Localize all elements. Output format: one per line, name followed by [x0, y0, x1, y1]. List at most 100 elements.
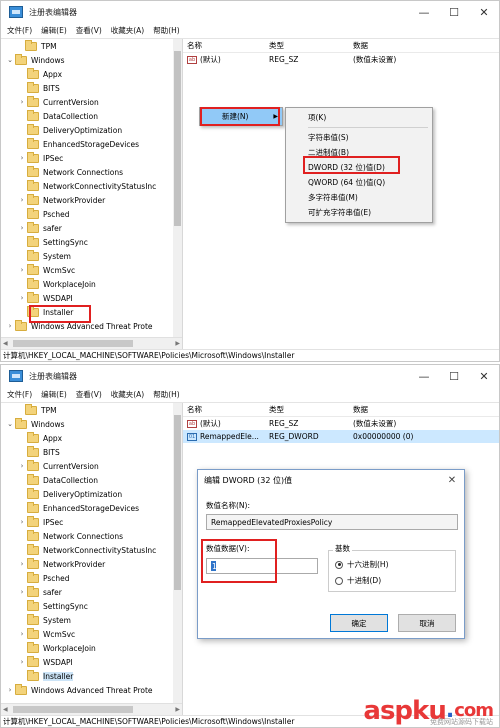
- menu-item-expandable-string[interactable]: 可扩充字符串值(E): [286, 205, 432, 220]
- chevron-right-icon[interactable]: ›: [17, 630, 27, 638]
- tree-item[interactable]: BITS: [1, 445, 182, 459]
- chevron-right-icon[interactable]: ›: [17, 518, 27, 526]
- chevron-right-icon[interactable]: ›: [17, 588, 27, 596]
- menu-favorites[interactable]: 收藏夹(A): [111, 25, 144, 36]
- menu-view[interactable]: 查看(V): [76, 25, 102, 36]
- menu-item-string[interactable]: 字符串值(S): [286, 130, 432, 145]
- tree-item[interactable]: › NetworkProvider: [1, 193, 182, 207]
- radio-hex[interactable]: 十六进制(H): [335, 559, 389, 570]
- tree-item[interactable]: DataCollection: [1, 109, 182, 123]
- column-type[interactable]: 类型: [269, 404, 353, 415]
- minimize-icon[interactable]: —: [409, 365, 439, 387]
- tree-item[interactable]: NetworkConnectivityStatusInc: [1, 179, 182, 193]
- tree-item[interactable]: › CurrentVersion: [1, 459, 182, 473]
- menu-help[interactable]: 帮助(H): [153, 389, 180, 400]
- tree-item[interactable]: Network Connections: [1, 165, 182, 179]
- scroll-left-icon[interactable]: ◀: [3, 706, 8, 713]
- scroll-left-icon[interactable]: ◀: [3, 340, 8, 347]
- menu-edit[interactable]: 编辑(E): [41, 389, 67, 400]
- tree-item[interactable]: TPM: [1, 39, 182, 53]
- tree-item[interactable]: System: [1, 249, 182, 263]
- tree-item[interactable]: Psched: [1, 207, 182, 221]
- tree-item[interactable]: System: [1, 613, 182, 627]
- menu-item-binary[interactable]: 二进制值(B): [286, 145, 432, 160]
- value-row-selected[interactable]: 01 RemappedEle... REG_DWORD 0x00000000 (0…: [183, 430, 499, 443]
- tree-item[interactable]: Network Connections: [1, 529, 182, 543]
- menu-edit[interactable]: 编辑(E): [41, 25, 67, 36]
- tree-item[interactable]: Installer: [1, 669, 182, 683]
- chevron-right-icon[interactable]: ›: [17, 294, 27, 302]
- chevron-right-icon[interactable]: ›: [17, 658, 27, 666]
- chevron-right-icon[interactable]: ›: [5, 686, 15, 694]
- tree-item[interactable]: TPM: [1, 403, 182, 417]
- radio-decimal[interactable]: 十进制(D): [335, 575, 381, 586]
- scroll-thumb[interactable]: [174, 51, 181, 226]
- scroll-right-icon[interactable]: ▶: [175, 706, 180, 713]
- tree-item[interactable]: WorkplaceJoin: [1, 277, 182, 291]
- tree-item[interactable]: › WSDAPI: [1, 655, 182, 669]
- tree-vertical-scrollbar[interactable]: [173, 403, 182, 703]
- column-name[interactable]: 名称: [183, 40, 269, 51]
- tree-item[interactable]: Appx: [1, 67, 182, 81]
- scroll-thumb[interactable]: [13, 340, 133, 347]
- menu-item-qword[interactable]: QWORD (64 位)值(Q): [286, 175, 432, 190]
- scroll-thumb[interactable]: [13, 706, 133, 713]
- column-data[interactable]: 数据: [353, 40, 499, 51]
- minimize-icon[interactable]: —: [409, 1, 439, 23]
- tree-item[interactable]: › WcmSvc: [1, 263, 182, 277]
- chevron-right-icon[interactable]: ›: [17, 154, 27, 162]
- tree-item[interactable]: › safer: [1, 221, 182, 235]
- tree-item[interactable]: › safer: [1, 585, 182, 599]
- tree-item[interactable]: › IPSec: [1, 151, 182, 165]
- tree-item[interactable]: DeliveryOptimization: [1, 123, 182, 137]
- cancel-button[interactable]: 取消: [398, 614, 456, 632]
- menu-help[interactable]: 帮助(H): [153, 25, 180, 36]
- tree-item[interactable]: ⌄ Windows: [1, 53, 182, 67]
- scroll-right-icon[interactable]: ▶: [175, 340, 180, 347]
- maximize-icon[interactable]: ☐: [439, 365, 469, 387]
- tree-item[interactable]: › NetworkProvider: [1, 557, 182, 571]
- tree-item[interactable]: SettingSync: [1, 599, 182, 613]
- menu-item-multi-string[interactable]: 多字符串值(M): [286, 190, 432, 205]
- tree-item[interactable]: WorkplaceJoin: [1, 641, 182, 655]
- tree-item[interactable]: Appx: [1, 431, 182, 445]
- chevron-right-icon[interactable]: ›: [17, 224, 27, 232]
- tree-item[interactable]: › Windows Advanced Threat Prote: [1, 319, 182, 333]
- menu-favorites[interactable]: 收藏夹(A): [111, 389, 144, 400]
- tree-horizontal-scrollbar[interactable]: ◀ ▶: [1, 337, 182, 349]
- tree-item[interactable]: SettingSync: [1, 235, 182, 249]
- tree-item[interactable]: Psched: [1, 571, 182, 585]
- tree-item[interactable]: › Windows Advanced Threat Prote: [1, 683, 182, 697]
- scroll-thumb[interactable]: [174, 415, 181, 590]
- menu-item-new[interactable]: 新建(N) ▶: [200, 108, 282, 125]
- column-data[interactable]: 数据: [353, 404, 499, 415]
- value-row[interactable]: ab (默认) REG_SZ (数值未设置): [183, 417, 499, 430]
- tree-item[interactable]: › WSDAPI: [1, 291, 182, 305]
- chevron-right-icon[interactable]: ›: [17, 98, 27, 106]
- tree-item[interactable]: › IPSec: [1, 515, 182, 529]
- tree-vertical-scrollbar[interactable]: [173, 39, 182, 337]
- tree-item[interactable]: EnhancedStorageDevices: [1, 137, 182, 151]
- chevron-right-icon[interactable]: ›: [17, 560, 27, 568]
- tree-horizontal-scrollbar[interactable]: ◀ ▶: [1, 703, 182, 715]
- menu-item-key[interactable]: 项(K): [286, 110, 432, 125]
- menu-file[interactable]: 文件(F): [7, 25, 32, 36]
- chevron-right-icon[interactable]: ›: [5, 322, 15, 330]
- tree-item[interactable]: DeliveryOptimization: [1, 487, 182, 501]
- maximize-icon[interactable]: ☐: [439, 1, 469, 23]
- menu-file[interactable]: 文件(F): [7, 389, 32, 400]
- chevron-right-icon[interactable]: ›: [17, 266, 27, 274]
- value-data-input[interactable]: 1: [206, 558, 318, 574]
- ok-button[interactable]: 确定: [330, 614, 388, 632]
- chevron-right-icon[interactable]: ›: [17, 196, 27, 204]
- chevron-right-icon[interactable]: ›: [17, 462, 27, 470]
- chevron-down-icon[interactable]: ⌄: [5, 56, 15, 64]
- close-icon[interactable]: ✕: [469, 365, 499, 387]
- close-icon[interactable]: ✕: [469, 1, 499, 23]
- close-icon[interactable]: ✕: [440, 475, 464, 486]
- value-row[interactable]: ab (默认) REG_SZ (数值未设置): [183, 53, 499, 66]
- tree-item[interactable]: › WcmSvc: [1, 627, 182, 641]
- tree-item[interactable]: BITS: [1, 81, 182, 95]
- column-name[interactable]: 名称: [183, 404, 269, 415]
- tree-item[interactable]: DataCollection: [1, 473, 182, 487]
